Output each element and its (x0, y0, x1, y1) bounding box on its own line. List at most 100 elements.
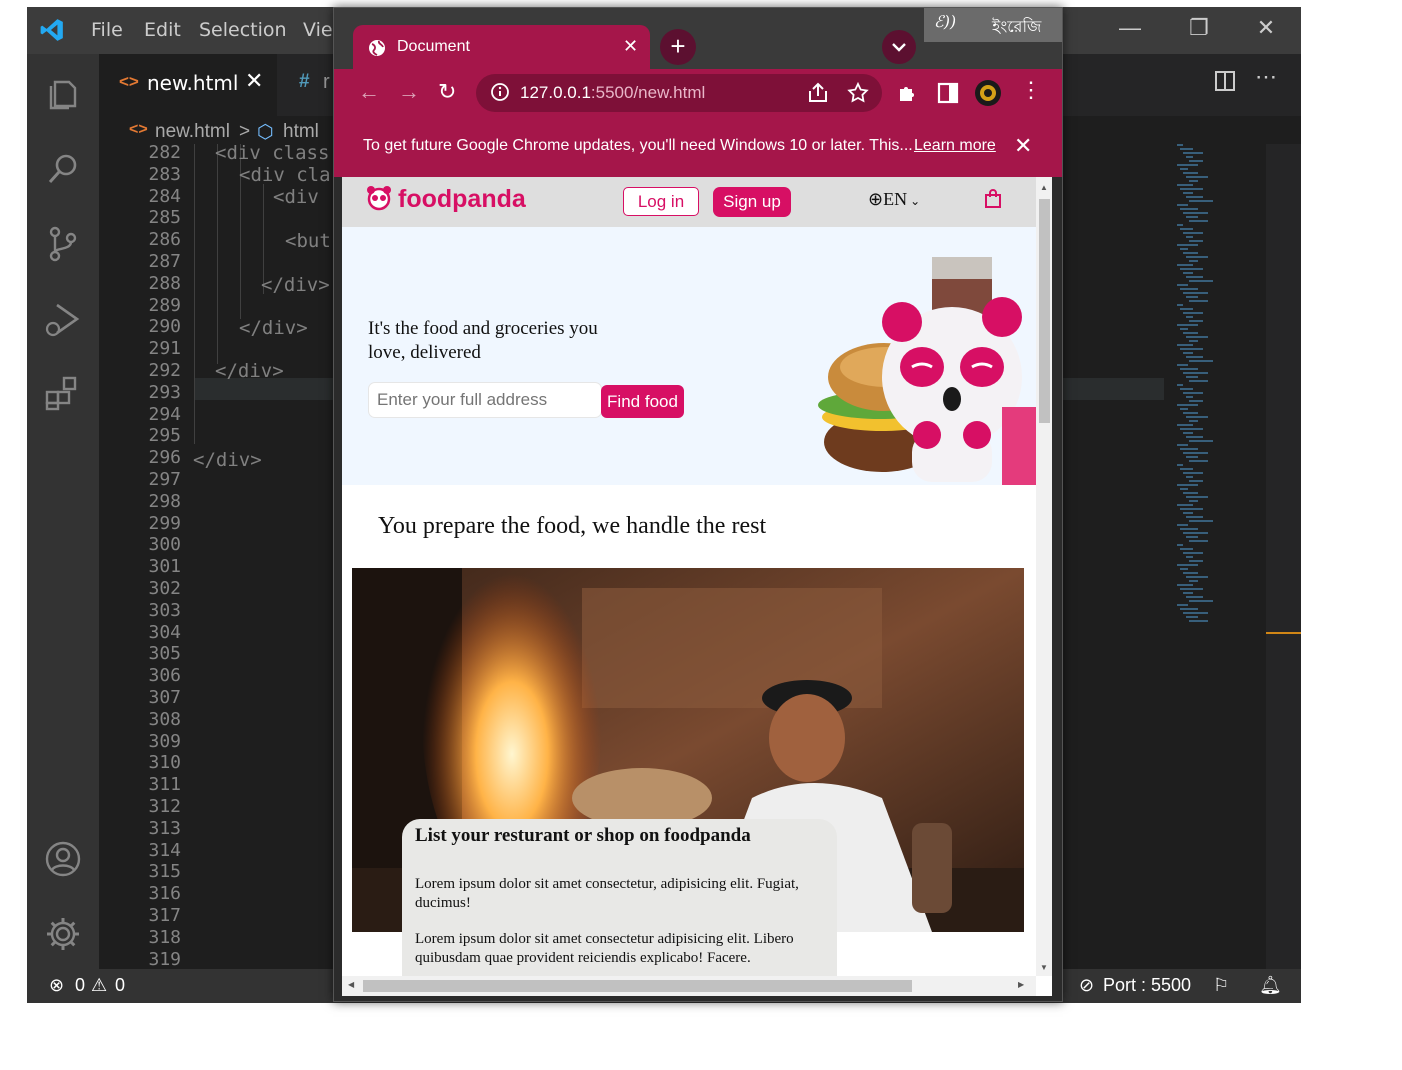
partner-card: List your resturant or shop on foodpanda… (402, 819, 837, 979)
notifications-bell-icon[interactable]: 🔔︎ (1259, 975, 1282, 996)
page-vertical-scrollbar[interactable]: ▲ ▼ (1036, 177, 1052, 976)
tab-new-html[interactable]: <> new.html ✕ (99, 54, 277, 116)
minimap-line (1186, 576, 1208, 578)
error-icon[interactable]: ⊗ (49, 975, 64, 996)
card-paragraph: Lorem ipsum dolor sit amet consectetur, … (415, 876, 799, 911)
browser-tab[interactable]: Document ✕ (353, 25, 650, 71)
settings-gear-icon[interactable] (43, 914, 83, 954)
minimap-line (1177, 604, 1188, 606)
minimap-line (1186, 296, 1198, 298)
new-tab-plus-icon[interactable]: + (660, 29, 696, 65)
minimap-line (1177, 264, 1193, 266)
back-arrow-icon[interactable]: ← (358, 79, 380, 105)
tab-title: Document (397, 38, 470, 55)
minimap-line (1183, 352, 1193, 354)
minimap-line (1186, 236, 1193, 238)
scroll-up-icon[interactable]: ▲ (1040, 183, 1048, 192)
minimap-line (1180, 548, 1193, 550)
line-number: 319 (148, 948, 181, 970)
minimap-line (1180, 288, 1198, 290)
share-icon[interactable] (806, 81, 830, 105)
menu-view[interactable]: Vie (303, 19, 333, 41)
line-number: 282 (148, 142, 181, 163)
line-number: 289 (148, 294, 181, 316)
tab-close-icon[interactable]: ✕ (245, 68, 263, 94)
minimap-line (1186, 276, 1203, 278)
line-number: 283 (148, 163, 181, 185)
tab-search-chevron-icon[interactable] (882, 30, 916, 64)
tab-close-icon[interactable]: ✕ (623, 36, 638, 57)
line-number: 318 (148, 926, 181, 948)
error-count[interactable]: 0 (75, 975, 85, 996)
profile-avatar[interactable] (974, 79, 1002, 107)
warning-count[interactable]: 0 (115, 975, 125, 996)
restore-icon[interactable]: ❐ (1179, 15, 1219, 41)
url-text[interactable]: 127.0.0.1:5500/new.html (520, 83, 705, 103)
line-number: 290 (148, 316, 181, 338)
warning-icon[interactable]: ⚠ (91, 975, 107, 996)
editor-scrollbar[interactable] (1266, 144, 1301, 969)
page-horizontal-scrollbar[interactable]: ◀ ▶ (342, 976, 1036, 996)
live-server-port[interactable]: Port : 5500 (1103, 975, 1191, 996)
more-actions-icon[interactable]: ⋯ (1255, 64, 1277, 90)
signup-button[interactable]: Sign up (713, 187, 791, 217)
address-bar[interactable]: 127.0.0.1:5500/new.html (476, 74, 882, 112)
find-food-button[interactable]: Find food (601, 385, 684, 418)
source-control-icon[interactable] (43, 224, 83, 264)
shopping-bag-icon[interactable] (984, 189, 1002, 209)
line-number: 296 (148, 447, 181, 469)
infobar-close-icon[interactable]: ✕ (1014, 133, 1032, 159)
login-button[interactable]: Log in (623, 187, 699, 216)
site-header: foodpanda Log in Sign up ⊕EN ⌄ (342, 177, 1036, 227)
reload-icon[interactable]: ↻ (438, 79, 456, 105)
minimap-line (1177, 324, 1198, 326)
menu-edit[interactable]: Edit (144, 19, 181, 41)
scrollbar-thumb[interactable] (1039, 199, 1050, 423)
minimize-icon[interactable]: — (1110, 15, 1150, 41)
scrollbar-thumb[interactable] (363, 980, 912, 992)
scroll-left-icon[interactable]: ◀ (348, 980, 354, 989)
scroll-right-icon[interactable]: ▶ (1018, 980, 1024, 989)
side-panel-icon[interactable] (936, 81, 960, 105)
accounts-icon[interactable] (43, 839, 83, 879)
language-bar[interactable]: ℰ)) ইংরেজি ✚⊗ (924, 8, 1063, 42)
learn-more-link[interactable]: Learn more (914, 137, 996, 155)
minimap-line (1177, 344, 1193, 346)
tab-label[interactable]: r (323, 71, 330, 94)
minimap-line (1177, 384, 1183, 386)
scroll-down-icon[interactable]: ▼ (1040, 963, 1048, 972)
tab-label: new.html (147, 71, 239, 95)
minimap-line (1183, 192, 1193, 194)
element-icon: ⬡ (257, 122, 274, 143)
site-info-icon[interactable] (490, 82, 510, 102)
explorer-icon[interactable] (43, 74, 83, 114)
menu-selection[interactable]: Selection (199, 19, 287, 41)
ime-options-icon[interactable]: ✚⊗ (1062, 12, 1063, 32)
minimap[interactable] (1169, 144, 1239, 634)
menu-file[interactable]: File (91, 19, 123, 41)
extensions-icon[interactable] (43, 374, 83, 414)
breadcrumb-file[interactable]: new.html (155, 121, 230, 143)
language-selector[interactable]: ⊕EN ⌄ (868, 189, 920, 210)
forward-arrow-icon[interactable]: → (398, 79, 420, 105)
extensions-puzzle-icon[interactable] (896, 81, 920, 105)
panda-logo-icon[interactable] (366, 185, 392, 211)
breadcrumb-node[interactable]: html (283, 121, 319, 143)
run-debug-icon[interactable] (43, 299, 83, 339)
minimap-line (1186, 376, 1198, 378)
minimap-line (1189, 180, 1198, 182)
feedback-icon[interactable]: ⚐ (1213, 975, 1229, 996)
bookmark-star-icon[interactable] (846, 81, 870, 105)
split-editor-icon[interactable] (1214, 70, 1236, 92)
html-file-icon: <> (129, 121, 148, 138)
line-number: 285 (148, 207, 181, 229)
search-icon[interactable] (43, 149, 83, 189)
minimap-line (1177, 464, 1183, 466)
css-file-icon[interactable]: # (299, 71, 310, 93)
card-paragraph: Lorem ipsum dolor sit amet consectetur a… (415, 931, 794, 966)
close-window-icon[interactable]: ✕ (1246, 15, 1286, 41)
chrome-menu-kebab-icon[interactable]: ⋮ (1020, 77, 1042, 103)
line-number: 307 (148, 687, 181, 708)
brand-wordmark[interactable]: foodpanda (398, 185, 526, 214)
address-input[interactable] (368, 382, 602, 418)
